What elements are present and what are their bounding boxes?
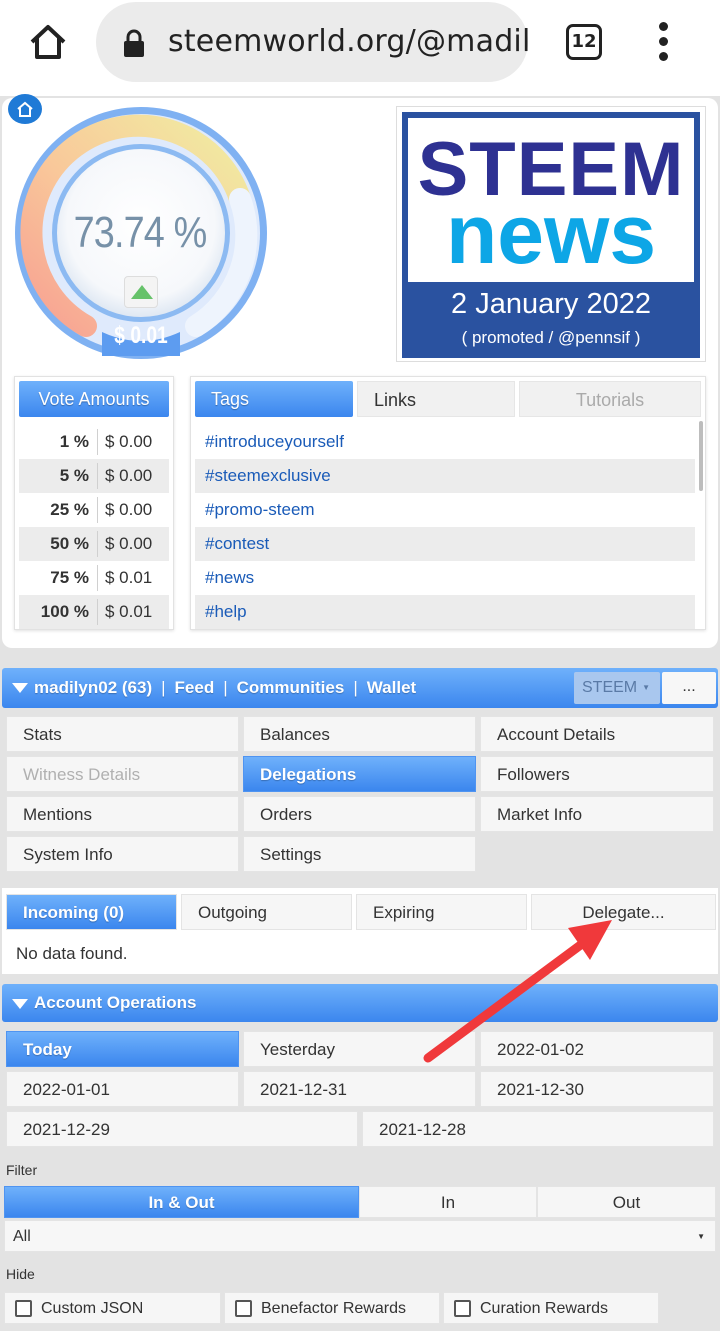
tags-panel: Tags Links Tutorials #introduceyourself … (190, 376, 706, 630)
date-button[interactable]: 2021-12-30 (480, 1071, 714, 1107)
nav-orders[interactable]: Orders (243, 796, 476, 832)
tab-incoming[interactable]: Incoming (0) (6, 894, 177, 930)
nav-witness-details[interactable]: Witness Details (6, 756, 239, 792)
nav-market-info[interactable]: Market Info (480, 796, 714, 832)
overflow-menu-icon[interactable] (656, 22, 670, 62)
nav-settings[interactable]: Settings (243, 836, 476, 872)
currency-select[interactable]: STEEM ▼ (574, 672, 660, 704)
filter-in[interactable]: In (359, 1186, 537, 1218)
tab-links[interactable]: Links (357, 381, 515, 417)
collapse-caret-icon[interactable] (12, 999, 28, 1009)
news-promo: ( promoted / @pennsif ) (461, 328, 641, 347)
nav-followers[interactable]: Followers (480, 756, 714, 792)
tag-link[interactable]: #introduceyourself (195, 425, 695, 459)
date-button[interactable]: 2022-01-01 (6, 1071, 239, 1107)
filter-out[interactable]: Out (537, 1186, 716, 1218)
hide-benefactor-rewards-checkbox[interactable]: Benefactor Rewards (224, 1292, 440, 1324)
chevron-down-icon: ▼ (642, 683, 650, 692)
filter-in-out[interactable]: In & Out (4, 1186, 359, 1218)
checkbox-icon[interactable] (15, 1300, 32, 1317)
vote-amount-row: 25 % $ 0.00 (19, 493, 169, 527)
url-text: steemworld.org/@madil (168, 24, 531, 59)
account-operations-title: Account Operations (34, 993, 197, 1012)
hide-label: Hide (6, 1266, 35, 1282)
account-name-link[interactable]: madilyn02 (63) (34, 678, 152, 697)
date-yesterday[interactable]: Yesterday (243, 1031, 476, 1067)
filter-label: Filter (6, 1162, 38, 1178)
vote-amounts-panel: Vote Amounts 1 % $ 0.00 5 % $ 0.00 25 % $ 0… (14, 376, 174, 630)
hide-custom-json-checkbox[interactable]: Custom JSON (4, 1292, 221, 1324)
date-button[interactable]: 2021-12-29 (6, 1111, 358, 1147)
home-icon[interactable] (26, 20, 70, 64)
date-today[interactable]: Today (6, 1031, 239, 1067)
address-bar[interactable]: steemworld.org/@madil (96, 2, 531, 82)
browser-toolbar: steemworld.org/@madil 12 (0, 0, 720, 86)
vote-value: $ 0.01 (114, 322, 168, 349)
tab-switcher-button[interactable]: 12 (566, 24, 602, 60)
vote-amount-row: 5 % $ 0.00 (19, 459, 169, 493)
nav-delegations[interactable]: Delegations (243, 756, 476, 792)
nav-account-details[interactable]: Account Details (480, 716, 714, 752)
tags-scrollbar[interactable] (699, 421, 703, 491)
tag-link[interactable]: #news (195, 561, 695, 595)
more-button[interactable]: ... (662, 672, 716, 704)
hide-curation-rewards-checkbox[interactable]: Curation Rewards (443, 1292, 659, 1324)
vote-amounts-header[interactable]: Vote Amounts (19, 381, 169, 417)
tag-link[interactable]: #contest (195, 527, 695, 561)
nav-mentions[interactable]: Mentions (6, 796, 239, 832)
tag-link[interactable]: #promo-steem (195, 493, 695, 527)
feed-link[interactable]: Feed (175, 678, 215, 697)
tag-link[interactable]: #help (195, 595, 695, 629)
tab-expiring[interactable]: Expiring (356, 894, 527, 930)
wallet-link[interactable]: Wallet (367, 678, 416, 697)
nav-balances[interactable]: Balances (243, 716, 476, 752)
lock-icon (124, 29, 144, 57)
date-button[interactable]: 2021-12-31 (243, 1071, 476, 1107)
news-logo-news: news (445, 187, 657, 281)
vote-up-arrow-icon[interactable] (124, 276, 158, 308)
communities-link[interactable]: Communities (237, 678, 345, 697)
date-button[interactable]: 2022-01-02 (480, 1031, 714, 1067)
operation-type-select[interactable]: All ▼ (4, 1220, 716, 1252)
news-date: 2 January 2022 (451, 288, 651, 320)
chevron-down-icon: ▼ (697, 1232, 705, 1241)
tab-outgoing[interactable]: Outgoing (181, 894, 352, 930)
nav-system-info[interactable]: System Info (6, 836, 239, 872)
collapse-caret-icon[interactable] (12, 683, 28, 693)
vote-amount-row: 1 % $ 0.00 (19, 425, 169, 459)
account-bar: madilyn02 (63) | Feed | Communities | Wallet S… (2, 668, 718, 708)
checkbox-icon[interactable] (454, 1300, 471, 1317)
steem-news-banner[interactable]: STEEM news 2 January 2022 ( promoted / @… (396, 106, 706, 362)
checkbox-icon[interactable] (235, 1300, 252, 1317)
vote-amount-row: 50 % $ 0.00 (19, 527, 169, 561)
tab-tags[interactable]: Tags (195, 381, 353, 417)
tag-link[interactable]: #steemexclusive (195, 459, 695, 493)
home-badge-icon[interactable] (8, 94, 42, 124)
tab-tutorials[interactable]: Tutorials (519, 381, 701, 417)
vote-amount-row: 75 % $ 0.01 (19, 561, 169, 595)
voting-power-percent: 73.74 % (73, 208, 208, 257)
no-data-message: No data found. (16, 944, 128, 963)
nav-stats[interactable]: Stats (6, 716, 239, 752)
delegate-button[interactable]: Delegate... (531, 894, 716, 930)
account-operations-bar[interactable]: Account Operations (2, 984, 718, 1022)
vote-amount-row: 100 % $ 0.01 (19, 595, 169, 629)
date-button[interactable]: 2021-12-28 (362, 1111, 714, 1147)
